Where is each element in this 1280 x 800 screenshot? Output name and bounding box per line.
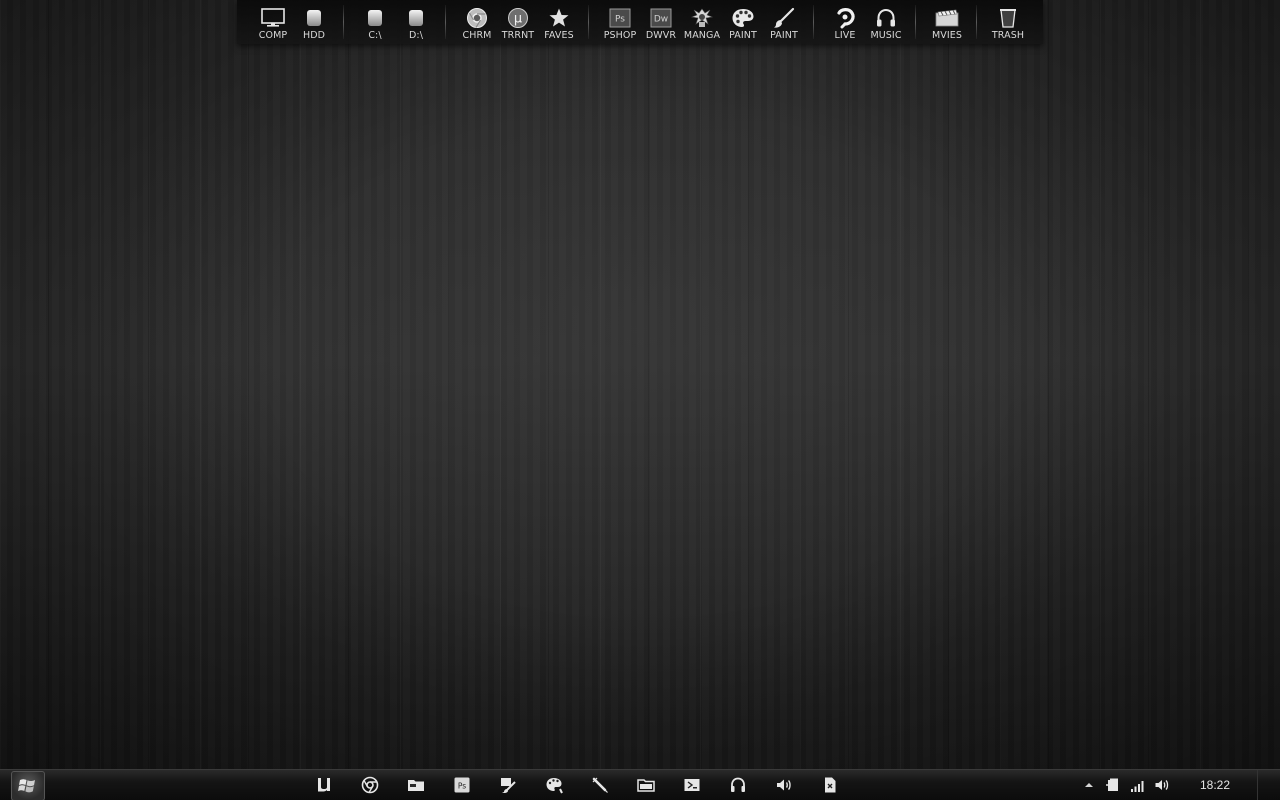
dock-separator [976,5,977,39]
dock-item-live[interactable]: LIVE [825,0,865,44]
dock-item-drive-c[interactable]: C:\ [355,0,395,44]
dock-label: PAINT [770,30,798,41]
dock-separator [915,5,916,39]
headphones-task-icon[interactable] [728,775,748,795]
brush-task-icon[interactable] [498,775,518,795]
dock-label: D:\ [408,30,424,41]
dock-label: DWVR [645,30,677,41]
explorer-task-icon[interactable] [636,775,656,795]
dock-label: MVIES [931,30,963,41]
dock-item-hdd[interactable]: HDD [294,0,334,44]
dock-label: PAINT [729,30,757,41]
drive-c-icon [362,7,388,29]
dock-item-utorrent[interactable]: µ TRRNT [498,0,538,44]
dock-label: COMP [258,30,288,41]
dock-item-photoshop[interactable]: Ps PSHOP [600,0,640,44]
dock-separator [343,5,344,39]
dock-item-comp[interactable]: COMP [253,0,293,44]
movies-folder-icon [934,7,960,29]
svg-text:Ps: Ps [458,782,466,791]
folder-task-icon[interactable] [406,775,426,795]
volume-icon[interactable] [1153,776,1171,794]
dock-label: HDD [302,30,326,41]
start-button[interactable] [11,771,45,800]
dock-item-music[interactable]: MUSIC [866,0,906,44]
monitor-icon [260,7,286,29]
dock-item-manga[interactable]: MANGA [682,0,722,44]
utorrent-task-icon[interactable] [314,775,334,795]
dock-label: MANGA [683,30,721,41]
dock-item-trash[interactable]: TRASH [988,0,1028,44]
dock-label: C:\ [368,30,382,41]
document-task-icon[interactable] [820,775,840,795]
dock-item-paint-palette[interactable]: PAINT [723,0,763,44]
dock-label: CHRM [462,30,492,41]
svg-text:Dw: Dw [654,15,668,25]
palette-icon [730,7,756,29]
windows-logo-icon [18,779,35,793]
utorrent-icon: µ [505,7,531,29]
photoshop-task-icon[interactable]: Ps [452,775,472,795]
dock-label: TRRNT [501,30,535,41]
wallpaper-vignette [0,0,1280,800]
windows-live-icon [832,7,858,29]
dreamweaver-icon: Dw [648,7,674,29]
pen-task-icon[interactable] [590,775,610,795]
manga-samurai-icon [689,7,715,29]
dock-item-dreamweaver[interactable]: Dw DWVR [641,0,681,44]
show-hidden-icons-arrow-icon[interactable] [1080,776,1098,794]
svg-text:µ: µ [514,12,522,27]
dock-separator [588,5,589,39]
trash-icon [995,7,1021,29]
dock-item-movies[interactable]: MVIES [927,0,967,44]
top-dock: COMP HDD C:\ D:\ CHRM µ TRRNT FAVES Ps P… [237,0,1043,44]
dock-item-drive-d[interactable]: D:\ [396,0,436,44]
taskbar: Ps 18:22 [0,769,1280,800]
chrome-icon [464,7,490,29]
desktop: COMP HDD C:\ D:\ CHRM µ TRRNT FAVES Ps P… [0,0,1280,800]
dock-label: MUSIC [870,30,902,41]
star-icon [546,7,572,29]
drive-d-icon [403,7,429,29]
dock-label: FAVES [544,30,574,41]
hard-drive-icon [301,7,327,29]
dock-label: PSHOP [603,30,637,41]
svg-text:Ps: Ps [615,15,625,25]
dock-separator [445,5,446,39]
headphones-icon [873,7,899,29]
dock-label: TRASH [991,30,1025,41]
dock-item-chrome[interactable]: CHRM [457,0,497,44]
taskbar-clock[interactable]: 18:22 [1200,770,1230,800]
palette-task-icon[interactable] [544,775,564,795]
show-desktop-button[interactable] [1257,770,1280,800]
dock-item-paint-brush[interactable]: PAINT [764,0,804,44]
photoshop-icon: Ps [607,7,633,29]
brush-icon [771,7,797,29]
network-signal-icon[interactable] [1129,776,1147,794]
action-center-icon[interactable] [1104,776,1122,794]
speaker-task-icon[interactable] [774,775,794,795]
dock-item-faves[interactable]: FAVES [539,0,579,44]
chrome-task-icon[interactable] [360,775,380,795]
dock-label: LIVE [834,30,856,41]
control-panel-task-icon[interactable] [682,775,702,795]
dock-separator [813,5,814,39]
